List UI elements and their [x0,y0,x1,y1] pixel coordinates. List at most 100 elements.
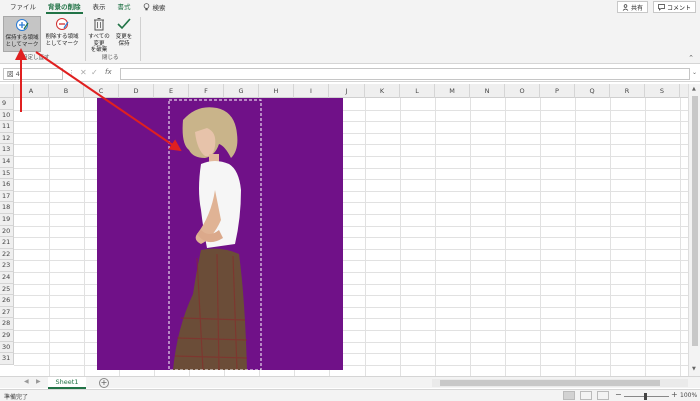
column-header[interactable]: I [294,84,329,98]
status-bar: 準備完了 − + 100% [0,389,700,401]
column-header[interactable]: K [365,84,400,98]
cancel-icon[interactable]: ✕ [80,68,87,77]
row-header[interactable]: 31 [0,353,14,365]
next-sheet-icon[interactable]: ▶ [36,378,41,385]
row-header[interactable]: 29 [0,330,14,342]
ribbon-tab-bar: ファイル 背景の削除 表示 書式 検索 共有 コメント [0,0,700,14]
row-header[interactable]: 28 [0,318,14,330]
row-header[interactable]: 18 [0,202,14,214]
share-button[interactable]: 共有 [616,1,648,13]
row-header[interactable]: 12 [0,132,14,145]
row-header[interactable]: 17 [0,190,14,203]
mark-remove-line2: としてマーク [45,40,79,47]
column-header[interactable]: H [259,84,294,98]
column-header[interactable]: L [400,84,435,98]
vertical-scrollbar[interactable]: ▲ ▼ [688,84,700,376]
tab-format[interactable]: 書式 [112,0,137,14]
column-header[interactable]: A [14,84,49,98]
tab-background-removal[interactable]: 背景の削除 [42,0,87,14]
insert-function-button[interactable]: fx [105,68,112,76]
column-header-row: ABCDEFGHIJKLMNOPQRS [0,84,688,98]
sheet-tab-sheet1[interactable]: Sheet1 [48,377,86,389]
row-header[interactable]: 22 [0,248,14,261]
column-header[interactable]: B [49,84,84,98]
keep-changes-line2: 保持 [118,40,130,47]
row-header[interactable]: 15 [0,167,14,180]
row-header[interactable]: 10 [0,109,14,122]
checkmark-icon [116,16,132,32]
row-header[interactable]: 23 [0,260,14,272]
horizontal-scrollbar[interactable] [432,379,688,387]
row-header[interactable]: 9 [0,98,14,110]
share-icon [622,3,629,11]
tell-me-search[interactable]: 検索 [137,2,166,12]
zoom-level[interactable]: 100% [680,392,697,399]
zoom-slider-thumb[interactable] [644,393,647,400]
prev-sheet-icon[interactable]: ◀ [24,378,29,385]
keep-changes-button[interactable]: 変更を 保持 [114,16,134,52]
row-header[interactable]: 14 [0,156,14,168]
row-header[interactable]: 26 [0,295,14,307]
comment-icon [658,3,665,11]
discard-all-changes-button[interactable]: すべての変更 を破棄 [86,16,112,53]
expand-formula-bar-icon[interactable]: ⌄ [692,69,697,76]
normal-view-button[interactable] [563,391,575,400]
column-header[interactable]: C [84,84,119,98]
mark-keep-line2: としてマーク [5,41,39,48]
column-header[interactable]: R [610,84,645,98]
row-header[interactable]: 16 [0,179,14,191]
column-header[interactable]: P [540,84,575,98]
page-break-view-button[interactable] [597,391,609,400]
mark-remove-area-button[interactable]: 削除する領域 としてマーク [42,16,82,52]
formula-input[interactable] [120,68,690,80]
add-sheet-icon[interactable]: + [99,378,109,388]
row-header[interactable]: 13 [0,144,14,156]
row-header[interactable]: 20 [0,225,14,238]
discard-line1: すべての変更 [88,34,110,47]
tab-file[interactable]: ファイル [4,0,42,14]
horizontal-scroll-thumb[interactable] [440,380,660,386]
share-label: 共有 [630,4,643,12]
row-header[interactable]: 19 [0,214,14,226]
column-header[interactable]: Q [575,84,610,98]
column-header[interactable]: D [119,84,154,98]
row-header[interactable]: 30 [0,341,14,354]
group-label-refine: 設定し直す [22,55,50,61]
formula-bar: 図 4 ⋮ ✕ ✓ fx ⌄ [0,66,700,82]
column-header[interactable]: O [505,84,540,98]
row-header[interactable]: 11 [0,121,14,133]
column-header[interactable]: F [189,84,224,98]
column-header[interactable]: E [154,84,189,98]
column-header[interactable]: M [435,84,470,98]
row-header[interactable]: 24 [0,272,14,284]
zoom-out-icon[interactable]: − [615,390,622,399]
column-header[interactable]: G [224,84,259,98]
pencil-minus-icon [54,16,70,32]
collapse-ribbon-icon[interactable]: ⌃ [688,54,694,62]
column-header[interactable]: S [645,84,680,98]
tell-me-label: 検索 [152,4,166,12]
zoom-in-icon[interactable]: + [671,390,678,399]
row-header[interactable]: 21 [0,237,14,249]
column-header[interactable]: N [470,84,505,98]
page-layout-view-button[interactable] [580,391,592,400]
comments-button[interactable]: コメント [652,1,696,13]
comments-label: コメント [666,4,691,12]
select-all-corner[interactable] [0,84,14,98]
row-header[interactable]: 27 [0,306,14,319]
pencil-plus-icon [14,17,30,33]
column-header[interactable]: J [329,84,365,98]
lightbulb-icon [143,3,149,11]
name-box[interactable]: 図 4 [3,68,63,80]
tab-view[interactable]: 表示 [87,0,112,14]
status-ready: 準備完了 [4,394,29,401]
scroll-down-icon[interactable]: ▼ [692,366,696,372]
inserted-picture[interactable] [97,98,343,370]
row-header[interactable]: 25 [0,283,14,296]
more-options-icon[interactable]: ⋮ [68,69,75,77]
mark-keep-area-button[interactable]: 保持する領域 としてマーク [3,16,41,52]
scroll-up-icon[interactable]: ▲ [692,86,696,92]
enter-check-icon[interactable]: ✓ [91,68,98,77]
vertical-scroll-thumb[interactable] [692,96,698,346]
ribbon: 保持する領域 としてマーク 削除する領域 としてマーク 設定し直す すべての変更… [0,14,700,64]
